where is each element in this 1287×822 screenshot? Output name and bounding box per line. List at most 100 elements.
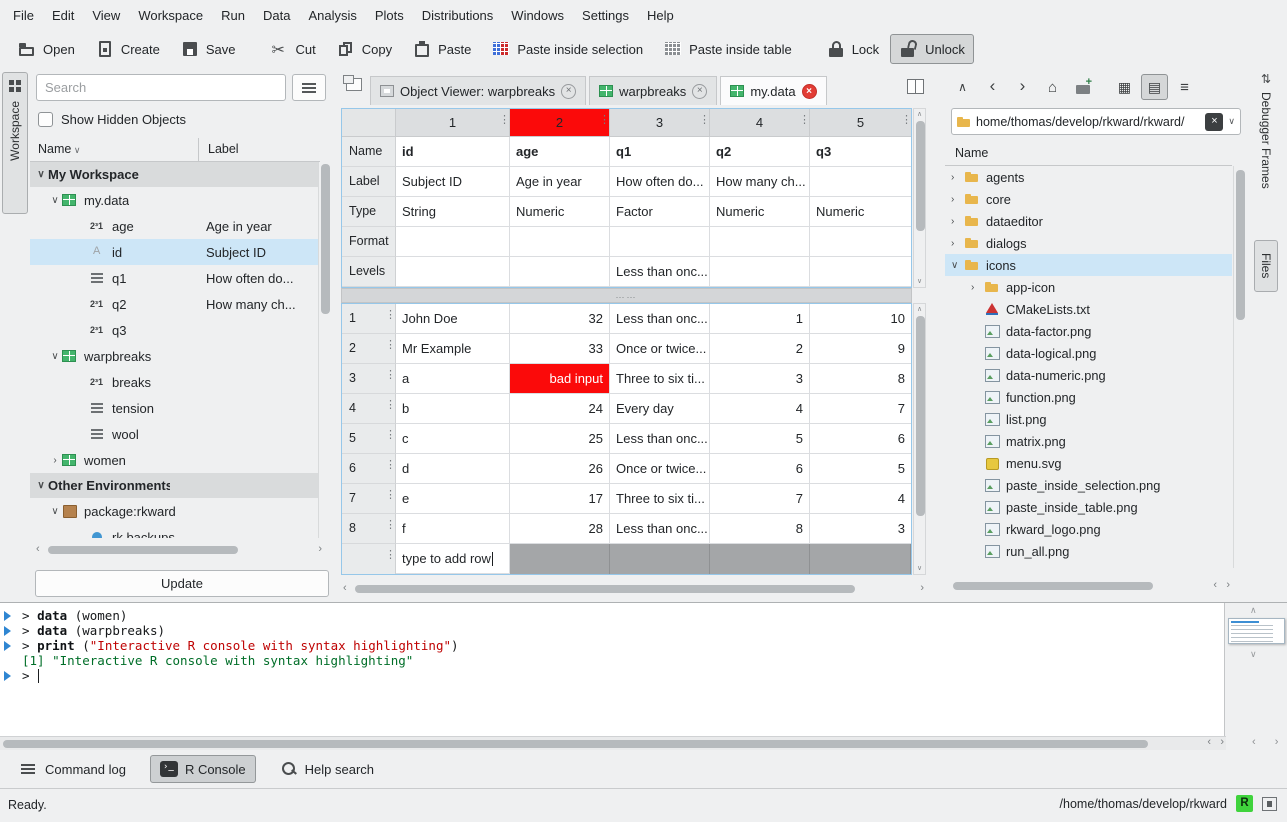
scroll-left-icon[interactable] (36, 543, 40, 556)
paste-inside-table-button[interactable]: Paste inside table (654, 34, 801, 64)
data-cell[interactable]: 26 (510, 454, 610, 484)
data-cell[interactable]: Every day (610, 394, 710, 424)
tab-mydata[interactable]: my.data × (720, 76, 826, 105)
workspace-dock-tab[interactable]: Workspace (2, 72, 28, 214)
scroll-up-icon[interactable] (914, 110, 925, 119)
column-header[interactable]: 4 (710, 109, 810, 137)
file-tree-item[interactable]: function.png (945, 386, 1232, 408)
name-column-header[interactable]: Name (38, 142, 80, 156)
column-header[interactable]: 2 (510, 109, 610, 137)
workspace-tree-item[interactable]: rk.backups (30, 524, 318, 538)
workspace-tree-item[interactable]: id Subject ID (30, 239, 318, 265)
scrollbar-handle[interactable] (916, 121, 925, 231)
file-tree-item[interactable]: › app-icon (945, 276, 1232, 298)
file-tree-item[interactable]: data-logical.png (945, 342, 1232, 364)
row-grip-icon[interactable] (385, 461, 394, 470)
prompt-marker-icon[interactable] (4, 626, 11, 636)
file-tree-item[interactable]: paste_inside_table.png (945, 496, 1232, 518)
menu-item[interactable]: Help (638, 3, 683, 28)
expand-arrow-icon[interactable]: › (951, 216, 964, 227)
editor-hscrollbar[interactable] (341, 583, 926, 596)
file-tree-item[interactable]: list.png (945, 408, 1232, 430)
workspace-tree-item[interactable]: q2 How many ch... (30, 291, 318, 317)
meta-cell[interactable]: Age in year (510, 167, 610, 197)
expand-arrow-icon[interactable]: ∨ (34, 169, 48, 180)
data-cell[interactable]: 4 (810, 484, 911, 514)
workspace-tree-item[interactable]: q3 (30, 317, 318, 343)
dock-arrows-icon[interactable] (1261, 72, 1271, 86)
split-view-icon[interactable] (907, 79, 924, 94)
tab-object-viewer[interactable]: Object Viewer: warpbreaks × (370, 76, 586, 105)
meta-cell[interactable] (510, 257, 610, 287)
data-cell[interactable]: 24 (510, 394, 610, 424)
menu-item[interactable]: Data (254, 3, 299, 28)
meta-cell[interactable] (810, 167, 911, 197)
file-tree-item[interactable]: › agents (945, 166, 1232, 188)
menu-item[interactable]: Run (212, 3, 254, 28)
data-cell[interactable]: 3 (710, 364, 810, 394)
label-column-header[interactable]: Label (208, 142, 239, 156)
data-cell[interactable]: 17 (510, 484, 610, 514)
detail-view-button[interactable] (1171, 74, 1198, 100)
expand-arrow-icon[interactable]: ∨ (48, 351, 62, 362)
expand-arrow-icon[interactable]: ∨ (951, 260, 964, 271)
data-cell[interactable]: a (396, 364, 510, 394)
scroll-right-icon[interactable] (1220, 736, 1224, 749)
files-dock-tab[interactable]: Files (1254, 240, 1278, 292)
meta-cell[interactable]: q2 (710, 137, 810, 167)
meta-cell[interactable]: String (396, 197, 510, 227)
data-cell[interactable]: 6 (710, 454, 810, 484)
console-hscrollbar[interactable] (0, 736, 1226, 750)
meta-row-header[interactable]: Format (342, 227, 396, 257)
row-grip-icon[interactable] (385, 521, 394, 530)
row-header[interactable]: 3 (342, 364, 396, 394)
meta-cell[interactable] (510, 227, 610, 257)
expand-arrow-icon[interactable]: ∨ (34, 480, 48, 491)
unlock-button[interactable]: Unlock (890, 34, 974, 64)
clear-path-icon[interactable]: × (1205, 113, 1223, 131)
scroll-down-icon[interactable] (914, 277, 925, 286)
scroll-down-icon[interactable] (914, 564, 925, 573)
menu-item[interactable]: Plots (366, 3, 413, 28)
files-vscrollbar[interactable] (1233, 166, 1246, 568)
create-button[interactable]: Create (86, 34, 169, 64)
file-tree-item[interactable]: data-factor.png (945, 320, 1232, 342)
scroll-left-icon[interactable] (1207, 736, 1211, 749)
file-tree-item[interactable]: menu.svg (945, 452, 1232, 474)
column-grip-icon[interactable] (699, 116, 708, 125)
command-log-button[interactable]: Command log (10, 755, 136, 783)
data-cell[interactable]: 33 (510, 334, 610, 364)
meta-cell[interactable]: Numeric (810, 197, 911, 227)
prompt-marker-icon[interactable] (4, 641, 11, 651)
scrollbar-handle[interactable] (321, 164, 330, 314)
workspace-tree-item[interactable]: wool (30, 421, 318, 447)
up-button[interactable] (949, 74, 976, 100)
scrollbar-handle[interactable] (953, 582, 1153, 590)
tab-warpbreaks[interactable]: warpbreaks × (589, 76, 717, 105)
data-cell[interactable]: bad input (510, 364, 610, 394)
meta-cell[interactable]: How often do... (610, 167, 710, 197)
r-console-button[interactable]: R Console (150, 755, 256, 783)
expand-arrow-icon[interactable]: ∨ (48, 195, 62, 206)
row-grip-icon[interactable] (385, 431, 394, 440)
menu-item[interactable]: Workspace (129, 3, 212, 28)
tree-view-button[interactable] (1141, 74, 1168, 100)
workspace-tree-item[interactable]: ∨ My Workspace (30, 162, 318, 187)
meta-cell[interactable]: Subject ID (396, 167, 510, 197)
data-cell[interactable]: 9 (810, 334, 911, 364)
file-tree-item[interactable]: › core (945, 188, 1232, 210)
data-cell[interactable]: Three to six ti... (610, 484, 710, 514)
file-tree-item[interactable]: › dataeditor (945, 210, 1232, 232)
data-cell[interactable]: 5 (810, 454, 911, 484)
row-grip-icon[interactable] (385, 371, 394, 380)
meta-cell[interactable] (396, 227, 510, 257)
save-button[interactable]: Save (171, 34, 245, 64)
path-combobox[interactable]: home/thomas/develop/rkward/rkward/ × (951, 108, 1241, 135)
update-button[interactable]: Update (35, 570, 329, 597)
data-cell[interactable]: b (396, 394, 510, 424)
meta-cell[interactable] (610, 227, 710, 257)
files-hscrollbar[interactable] (949, 580, 1232, 592)
close-modified-tab-icon[interactable]: × (802, 84, 817, 99)
row-header[interactable]: 7 (342, 484, 396, 514)
workspace-tree-item[interactable]: breaks (30, 369, 318, 395)
